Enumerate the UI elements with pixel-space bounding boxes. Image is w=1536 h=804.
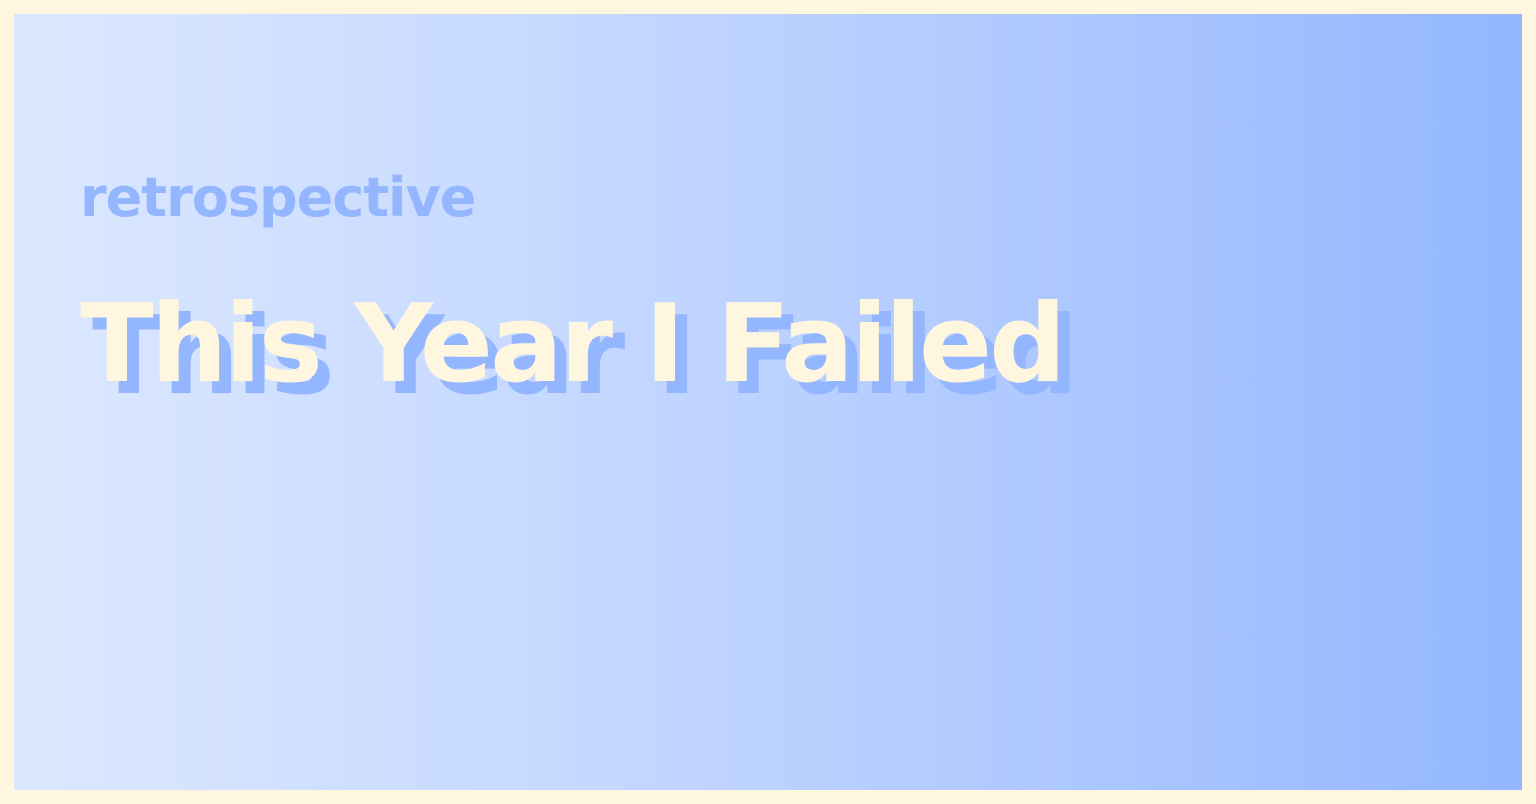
post-category: retrospective	[80, 166, 476, 229]
og-card: retrospective This Year I Failed	[14, 14, 1522, 790]
post-title: This Year I Failed	[80, 282, 1066, 407]
